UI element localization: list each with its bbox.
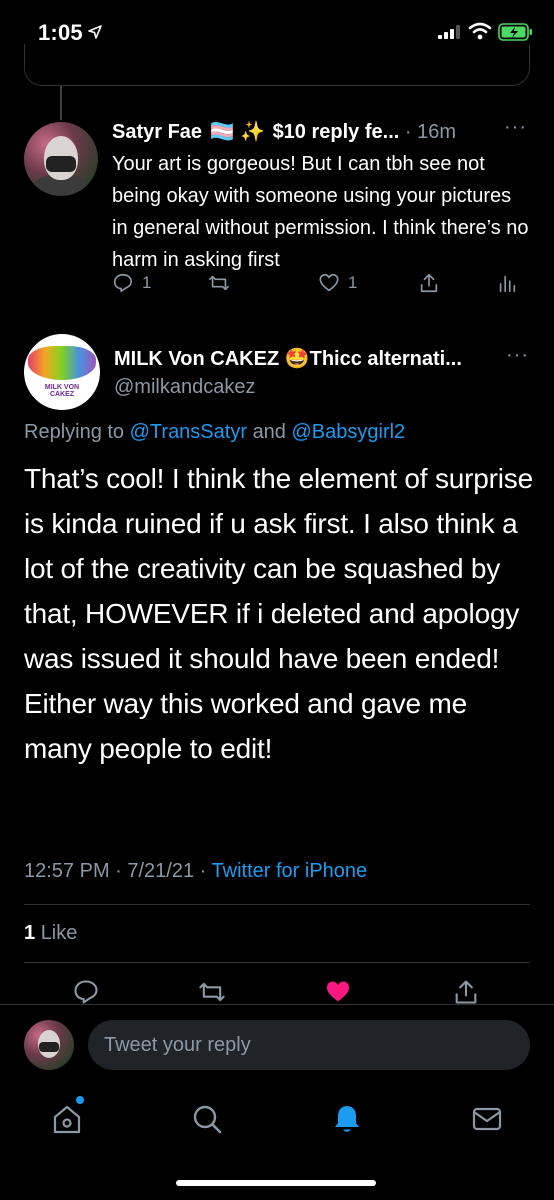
mention-link-2[interactable]: @Babsygirl2 <box>292 421 406 443</box>
search-icon <box>193 1105 222 1134</box>
retweet-icon <box>209 275 229 291</box>
reply-tweet-text: Your art is gorgeous! But I can tbh see … <box>112 153 529 271</box>
divider <box>24 904 530 905</box>
reply-name-emojis: 🏳️‍⚧️ ✨ <box>209 121 265 143</box>
avatar-milk-von-cakez[interactable]: MILK VON CAKEZ <box>24 334 100 410</box>
replying-prefix: Replying to <box>24 421 125 443</box>
comment-icon[interactable] <box>72 978 100 1006</box>
retweet-icon[interactable] <box>198 978 226 1006</box>
mention-link-1[interactable]: @TransSatyr <box>130 421 247 443</box>
reply-action-share[interactable] <box>418 272 440 294</box>
cellular-signal-icon <box>438 25 460 39</box>
previous-tweet-card-edge <box>24 44 530 86</box>
main-like-label: Like <box>40 922 78 944</box>
notifications-icon <box>335 1106 359 1132</box>
reply-tweet-header: Satyr Fae 🏳️‍⚧️ ✨ $10 reply fe... · 16m <box>112 119 456 144</box>
main-display-name[interactable]: MILK Von CAKEZ 🤩Thicc alternati... <box>114 346 462 371</box>
analytics-icon <box>499 275 516 293</box>
reply-display-name[interactable]: Satyr Fae <box>112 121 202 143</box>
tab-notifications[interactable] <box>330 1102 364 1136</box>
reply-timestamp: · 16m <box>404 121 456 143</box>
share-icon[interactable] <box>452 978 480 1006</box>
comment-icon <box>113 273 133 293</box>
home-new-dot <box>76 1096 84 1104</box>
reply-action-retweet[interactable] <box>208 272 230 294</box>
wifi-icon <box>468 22 492 40</box>
tweet-meta: 12:57 PM · 7/21/21 · Twitter for iPhone <box>24 860 367 883</box>
home-icon <box>53 1105 81 1134</box>
heart-outline-icon <box>319 273 339 292</box>
avatar-logo-text: MILK VON CAKEZ <box>44 384 80 398</box>
tab-messages[interactable] <box>470 1102 504 1136</box>
my-avatar[interactable] <box>24 1020 74 1070</box>
home-indicator[interactable] <box>176 1180 376 1186</box>
location-arrow-icon <box>88 25 102 39</box>
heart-filled-icon[interactable] <box>324 978 352 1006</box>
likes-summary[interactable]: 1 Like <box>24 922 77 945</box>
reply-like-count: 1 <box>348 273 358 292</box>
reply-more-options-icon[interactable]: ··· <box>504 116 527 139</box>
share-icon <box>420 273 438 293</box>
status-time: 1:05 <box>38 20 83 45</box>
reply-action-analytics[interactable] <box>496 272 518 294</box>
divider <box>24 962 530 963</box>
reply-name-suffix: $10 reply fe... <box>272 121 400 143</box>
reply-action-like[interactable]: 1 <box>318 272 357 294</box>
reply-count: 1 <box>142 273 152 292</box>
replying-to-line: Replying to @TransSatyr and @Babsygirl2 <box>24 421 405 444</box>
reply-bar-border <box>0 1004 554 1005</box>
reply-tweet-actions: 1 1 <box>112 272 532 300</box>
main-more-options-icon[interactable]: ··· <box>506 344 529 367</box>
tab-home[interactable] <box>50 1102 84 1136</box>
battery-charging-icon <box>498 23 532 41</box>
tweet-client-link[interactable]: Twitter for iPhone <box>212 860 368 882</box>
main-like-count: 1 <box>24 922 36 944</box>
main-handle[interactable]: @milkandcakez <box>114 376 255 399</box>
messages-icon <box>472 1107 502 1131</box>
tweet-timestamp: 12:57 PM · 7/21/21 · <box>24 860 207 882</box>
reply-action-reply[interactable]: 1 <box>112 272 151 294</box>
replying-and: and <box>252 421 286 443</box>
tab-search[interactable] <box>190 1102 224 1136</box>
thread-connector-line <box>60 86 62 120</box>
avatar-satyr-fae[interactable] <box>24 122 98 196</box>
main-tweet-text: That’s cool! I think the element of surp… <box>24 463 533 764</box>
tweet-reply-input[interactable]: Tweet your reply <box>88 1020 530 1070</box>
